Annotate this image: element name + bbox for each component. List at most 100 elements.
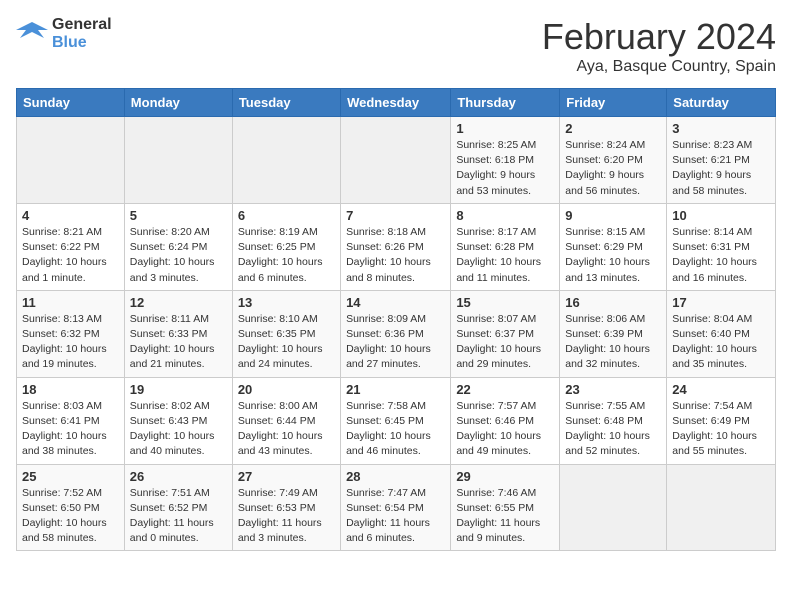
- page-header: General Blue February 2024 Aya, Basque C…: [16, 16, 776, 76]
- day-number: 11: [22, 295, 119, 310]
- calendar-cell: 15 Sunrise: 8:07 AMSunset: 6:37 PMDayligh…: [451, 290, 560, 377]
- day-number: 18: [22, 382, 119, 397]
- day-number: 25: [22, 469, 119, 484]
- day-number: 21: [346, 382, 445, 397]
- day-info: Sunrise: 8:25 AMSunset: 6:18 PMDaylight:…: [456, 138, 554, 199]
- day-number: 5: [130, 208, 227, 223]
- calendar-cell: 16 Sunrise: 8:06 AMSunset: 6:39 PMDayligh…: [560, 290, 667, 377]
- calendar-week-row: 18 Sunrise: 8:03 AMSunset: 6:41 PMDayligh…: [17, 377, 776, 464]
- calendar-cell: 4 Sunrise: 8:21 AMSunset: 6:22 PMDaylight…: [17, 203, 125, 290]
- day-info: Sunrise: 7:49 AMSunset: 6:53 PMDaylight:…: [238, 486, 335, 547]
- day-info: Sunrise: 8:14 AMSunset: 6:31 PMDaylight:…: [672, 225, 770, 286]
- day-number: 8: [456, 208, 554, 223]
- calendar-cell: 10 Sunrise: 8:14 AMSunset: 6:31 PMDayligh…: [667, 203, 776, 290]
- day-info: Sunrise: 8:13 AMSunset: 6:32 PMDaylight:…: [22, 312, 119, 373]
- day-number: 4: [22, 208, 119, 223]
- day-info: Sunrise: 8:07 AMSunset: 6:37 PMDaylight:…: [456, 312, 554, 373]
- weekday-header-monday: Monday: [124, 89, 232, 117]
- day-info: Sunrise: 7:46 AMSunset: 6:55 PMDaylight:…: [456, 486, 554, 547]
- day-number: 15: [456, 295, 554, 310]
- calendar-cell: 17 Sunrise: 8:04 AMSunset: 6:40 PMDayligh…: [667, 290, 776, 377]
- calendar-week-row: 25 Sunrise: 7:52 AMSunset: 6:50 PMDayligh…: [17, 464, 776, 551]
- day-number: 10: [672, 208, 770, 223]
- calendar-cell: 5 Sunrise: 8:20 AMSunset: 6:24 PMDaylight…: [124, 203, 232, 290]
- calendar-cell: 24 Sunrise: 7:54 AMSunset: 6:49 PMDayligh…: [667, 377, 776, 464]
- calendar-cell: 27 Sunrise: 7:49 AMSunset: 6:53 PMDayligh…: [232, 464, 340, 551]
- day-info: Sunrise: 7:55 AMSunset: 6:48 PMDaylight:…: [565, 399, 661, 460]
- weekday-header-saturday: Saturday: [667, 89, 776, 117]
- calendar-week-row: 4 Sunrise: 8:21 AMSunset: 6:22 PMDaylight…: [17, 203, 776, 290]
- day-number: 1: [456, 121, 554, 136]
- weekday-header-tuesday: Tuesday: [232, 89, 340, 117]
- calendar-cell: 29Sunrise: 7:46 AMSunset: 6:55 PMDayligh…: [451, 464, 560, 551]
- day-info: Sunrise: 8:09 AMSunset: 6:36 PMDaylight:…: [346, 312, 445, 373]
- calendar-cell: 14 Sunrise: 8:09 AMSunset: 6:36 PMDayligh…: [341, 290, 451, 377]
- logo-blue-text: Blue: [52, 34, 87, 51]
- logo-general-text: General: [52, 16, 112, 33]
- weekday-header-wednesday: Wednesday: [341, 89, 451, 117]
- day-number: 23: [565, 382, 661, 397]
- calendar-cell: [560, 464, 667, 551]
- day-number: 20: [238, 382, 335, 397]
- calendar-cell: 19 Sunrise: 8:02 AMSunset: 6:43 PMDayligh…: [124, 377, 232, 464]
- weekday-header-sunday: Sunday: [17, 89, 125, 117]
- calendar-cell: 18 Sunrise: 8:03 AMSunset: 6:41 PMDayligh…: [17, 377, 125, 464]
- weekday-header-friday: Friday: [560, 89, 667, 117]
- day-number: 2: [565, 121, 661, 136]
- day-number: 24: [672, 382, 770, 397]
- day-info: Sunrise: 8:24 AMSunset: 6:20 PMDaylight:…: [565, 138, 661, 199]
- calendar-cell: [17, 117, 125, 204]
- day-info: Sunrise: 8:20 AMSunset: 6:24 PMDaylight:…: [130, 225, 227, 286]
- day-number: 26: [130, 469, 227, 484]
- weekday-header-row: SundayMondayTuesdayWednesdayThursdayFrid…: [17, 89, 776, 117]
- day-number: 22: [456, 382, 554, 397]
- logo: General Blue: [16, 16, 112, 52]
- calendar-cell: 12 Sunrise: 8:11 AMSunset: 6:33 PMDayligh…: [124, 290, 232, 377]
- calendar-week-row: 1 Sunrise: 8:25 AMSunset: 6:18 PMDaylight…: [17, 117, 776, 204]
- day-number: 14: [346, 295, 445, 310]
- day-info: Sunrise: 8:03 AMSunset: 6:41 PMDaylight:…: [22, 399, 119, 460]
- day-number: 28: [346, 469, 445, 484]
- month-title: February 2024: [542, 16, 776, 58]
- day-info: Sunrise: 7:54 AMSunset: 6:49 PMDaylight:…: [672, 399, 770, 460]
- calendar-cell: 21 Sunrise: 7:58 AMSunset: 6:45 PMDayligh…: [341, 377, 451, 464]
- calendar-cell: 7 Sunrise: 8:18 AMSunset: 6:26 PMDaylight…: [341, 203, 451, 290]
- calendar-cell: 28Sunrise: 7:47 AMSunset: 6:54 PMDayligh…: [341, 464, 451, 551]
- day-info: Sunrise: 8:04 AMSunset: 6:40 PMDaylight:…: [672, 312, 770, 373]
- calendar-cell: 2 Sunrise: 8:24 AMSunset: 6:20 PMDaylight…: [560, 117, 667, 204]
- day-number: 3: [672, 121, 770, 136]
- location-title: Aya, Basque Country, Spain: [542, 58, 776, 76]
- day-number: 19: [130, 382, 227, 397]
- day-info: Sunrise: 8:19 AMSunset: 6:25 PMDaylight:…: [238, 225, 335, 286]
- day-number: 27: [238, 469, 335, 484]
- day-info: Sunrise: 8:02 AMSunset: 6:43 PMDaylight:…: [130, 399, 227, 460]
- calendar-cell: 22 Sunrise: 7:57 AMSunset: 6:46 PMDayligh…: [451, 377, 560, 464]
- day-info: Sunrise: 8:18 AMSunset: 6:26 PMDaylight:…: [346, 225, 445, 286]
- calendar-cell: 6 Sunrise: 8:19 AMSunset: 6:25 PMDaylight…: [232, 203, 340, 290]
- day-number: 7: [346, 208, 445, 223]
- calendar-cell: 13Sunrise: 8:10 AMSunset: 6:35 PMDayligh…: [232, 290, 340, 377]
- calendar-cell: 11 Sunrise: 8:13 AMSunset: 6:32 PMDayligh…: [17, 290, 125, 377]
- calendar-week-row: 11 Sunrise: 8:13 AMSunset: 6:32 PMDayligh…: [17, 290, 776, 377]
- calendar-cell: 23 Sunrise: 7:55 AMSunset: 6:48 PMDayligh…: [560, 377, 667, 464]
- day-info: Sunrise: 7:51 AMSunset: 6:52 PMDaylight:…: [130, 486, 227, 547]
- calendar-cell: 25 Sunrise: 7:52 AMSunset: 6:50 PMDayligh…: [17, 464, 125, 551]
- day-info: Sunrise: 7:52 AMSunset: 6:50 PMDaylight:…: [22, 486, 119, 547]
- day-number: 16: [565, 295, 661, 310]
- day-number: 12: [130, 295, 227, 310]
- calendar-cell: 3Sunrise: 8:23 AMSunset: 6:21 PMDaylight…: [667, 117, 776, 204]
- calendar-cell: [124, 117, 232, 204]
- day-info: Sunrise: 7:57 AMSunset: 6:46 PMDaylight:…: [456, 399, 554, 460]
- day-info: Sunrise: 8:21 AMSunset: 6:22 PMDaylight:…: [22, 225, 119, 286]
- day-info: Sunrise: 8:06 AMSunset: 6:39 PMDaylight:…: [565, 312, 661, 373]
- weekday-header-thursday: Thursday: [451, 89, 560, 117]
- day-info: Sunrise: 8:10 AMSunset: 6:35 PMDaylight:…: [238, 312, 335, 373]
- day-number: 6: [238, 208, 335, 223]
- day-info: Sunrise: 7:58 AMSunset: 6:45 PMDaylight:…: [346, 399, 445, 460]
- calendar-cell: 9Sunrise: 8:15 AMSunset: 6:29 PMDaylight…: [560, 203, 667, 290]
- calendar-cell: 1 Sunrise: 8:25 AMSunset: 6:18 PMDaylight…: [451, 117, 560, 204]
- title-section: February 2024 Aya, Basque Country, Spain: [542, 16, 776, 76]
- day-number: 17: [672, 295, 770, 310]
- day-info: Sunrise: 8:11 AMSunset: 6:33 PMDaylight:…: [130, 312, 227, 373]
- calendar-cell: [232, 117, 340, 204]
